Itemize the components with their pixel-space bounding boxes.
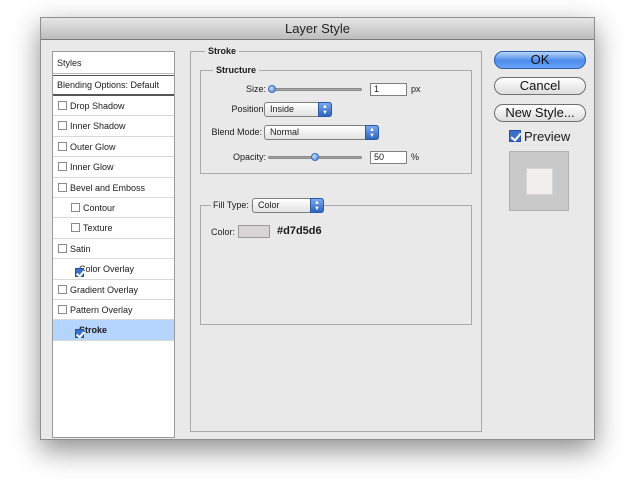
effect-row-inner-glow[interactable]: Inner Glow — [53, 157, 174, 178]
styles-header[interactable]: Styles — [53, 52, 174, 74]
preview-toggle[interactable]: Preview — [509, 129, 570, 144]
fill-type-value: Color — [258, 200, 280, 210]
effect-checkbox-stroke[interactable] — [75, 329, 84, 339]
styles-list: Styles Blending Options: Default Drop Sh… — [52, 51, 175, 438]
effect-checkbox-outer-glow[interactable] — [58, 141, 67, 151]
layer-style-dialog: Layer Style Styles Blending Options: Def… — [40, 17, 595, 440]
opacity-slider-knob[interactable] — [311, 153, 319, 161]
effect-label: Pattern Overlay — [70, 304, 133, 315]
effect-checkbox-contour[interactable] — [71, 202, 80, 212]
preview-label: Preview — [524, 129, 571, 144]
effect-checkbox-drop-shadow[interactable] — [58, 101, 67, 110]
effect-label: Gradient Overlay — [70, 284, 139, 295]
effect-checkbox-inner-glow[interactable] — [58, 162, 67, 172]
effect-row-gradient-overlay[interactable]: Gradient Overlay — [53, 280, 174, 300]
effect-label: Satin — [70, 243, 91, 254]
effect-row-texture[interactable]: Texture — [53, 218, 174, 239]
position-select[interactable]: Inside ▲ ▼ — [264, 102, 332, 117]
effect-row-drop-shadow[interactable]: Drop Shadow — [53, 96, 174, 117]
effect-label: Color Overlay — [79, 264, 135, 275]
effect-checkbox-color-overlay[interactable] — [75, 268, 84, 278]
size-slider[interactable] — [268, 88, 362, 91]
effect-checkbox-gradient-overlay[interactable] — [58, 284, 67, 294]
select-arrows-icon: ▲ ▼ — [310, 198, 324, 213]
stroke-panel: Stroke Structure Size: 1 px Position: In… — [190, 46, 482, 432]
preview-shape — [526, 168, 553, 195]
effect-row-bevel-and-emboss[interactable]: Bevel and Emboss — [53, 178, 174, 198]
new-style-button[interactable]: New Style... — [494, 104, 586, 122]
opacity-label: Opacity: — [232, 152, 266, 162]
color-swatch[interactable] — [238, 225, 270, 238]
effect-checkbox-satin[interactable] — [58, 243, 67, 253]
effect-label: Inner Shadow — [70, 121, 126, 132]
blend-mode-value: Normal — [270, 127, 300, 137]
size-field[interactable]: 1 — [370, 83, 407, 96]
blend-mode-label: Blend Mode: — [211, 127, 262, 137]
ok-button[interactable]: OK — [494, 51, 586, 69]
effect-row-pattern-overlay[interactable]: Pattern Overlay — [53, 300, 174, 321]
effect-row-inner-shadow[interactable]: Inner Shadow — [53, 116, 174, 137]
position-label: Position: — [231, 104, 266, 114]
effect-label: Texture — [83, 223, 113, 234]
effect-label: Bevel and Emboss — [70, 182, 146, 193]
opacity-field[interactable]: 50 — [370, 151, 407, 164]
select-arrows-icon: ▲ ▼ — [318, 102, 332, 117]
color-hex: #d7d5d6 — [277, 225, 322, 237]
effects-list: Drop Shadow Inner Shadow Outer Glow Inner G… — [53, 96, 174, 341]
effect-row-stroke[interactable]: Stroke — [53, 320, 174, 341]
effect-checkbox-pattern-overlay[interactable] — [58, 304, 67, 314]
effect-row-contour[interactable]: Contour — [53, 198, 174, 219]
effect-row-color-overlay[interactable]: Color Overlay — [53, 259, 174, 280]
effect-label: Outer Glow — [70, 141, 116, 152]
preview-checkbox[interactable] — [509, 130, 521, 142]
preview-thumbnail — [509, 151, 569, 211]
window-title: Layer Style — [41, 18, 594, 40]
fill-type-select[interactable]: Color ▲ ▼ — [252, 198, 324, 213]
color-label: Color: — [211, 227, 236, 237]
cancel-button[interactable]: Cancel — [494, 77, 586, 95]
effect-label: Inner Glow — [70, 162, 114, 173]
select-arrows-icon: ▲ ▼ — [365, 125, 379, 140]
blend-mode-select[interactable]: Normal ▲ ▼ — [264, 125, 379, 140]
size-unit: px — [411, 84, 421, 94]
effect-row-outer-glow[interactable]: Outer Glow — [53, 137, 174, 158]
effect-checkbox-bevel-and-emboss[interactable] — [58, 182, 67, 192]
effect-label: Contour — [83, 202, 116, 213]
stroke-section-title: Stroke — [205, 46, 240, 56]
effect-checkbox-inner-shadow[interactable] — [58, 121, 67, 131]
opacity-unit: % — [411, 152, 420, 162]
structure-title: Structure — [213, 65, 260, 75]
effect-row-satin[interactable]: Satin — [53, 239, 174, 260]
effect-label: Drop Shadow — [70, 101, 125, 111]
size-slider-knob[interactable] — [268, 85, 276, 93]
size-label: Size: — [245, 84, 266, 94]
structure-group: Structure Size: 1 px Position: Inside ▲ ▼… — [200, 65, 472, 174]
fill-type-label: Fill Type: — [211, 200, 251, 210]
blending-options-row[interactable]: Blending Options: Default — [53, 75, 174, 96]
position-value: Inside — [270, 104, 295, 114]
fill-group: Fill Type: Color ▲ ▼ Color: #d7d5d6 — [200, 198, 472, 325]
effect-checkbox-texture[interactable] — [71, 223, 80, 233]
